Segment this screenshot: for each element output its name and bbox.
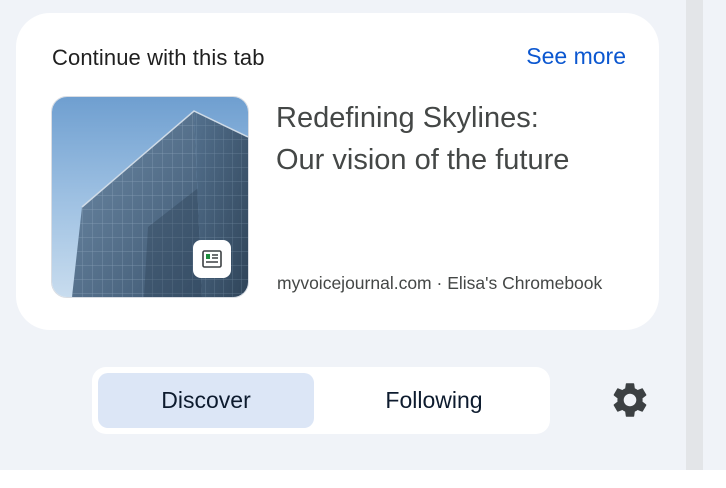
see-more-link[interactable]: See more: [526, 43, 626, 70]
bottom-strip: [0, 470, 726, 488]
tab-title-line-1: Redefining Skylines:: [276, 102, 539, 134]
continue-tab-card[interactable]: Continue with this tab See more Redefini…: [16, 13, 659, 330]
tab-title-line-2: Our vision of the future: [276, 144, 570, 176]
tab-title[interactable]: Redefining Skylines: Our vision of the f…: [276, 97, 636, 181]
tab-following[interactable]: Following: [324, 373, 544, 428]
feed-tab-switcher: Discover Following: [92, 367, 550, 434]
tab-discover[interactable]: Discover: [98, 373, 314, 428]
article-icon: [193, 240, 231, 278]
scrollbar[interactable]: [686, 0, 703, 470]
tab-thumbnail[interactable]: [51, 96, 249, 298]
tab-source-device: myvoicejournal.com · Elisa's Chromebook: [277, 273, 603, 293]
gear-icon[interactable]: [609, 379, 651, 421]
card-header: Continue with this tab: [52, 45, 265, 70]
